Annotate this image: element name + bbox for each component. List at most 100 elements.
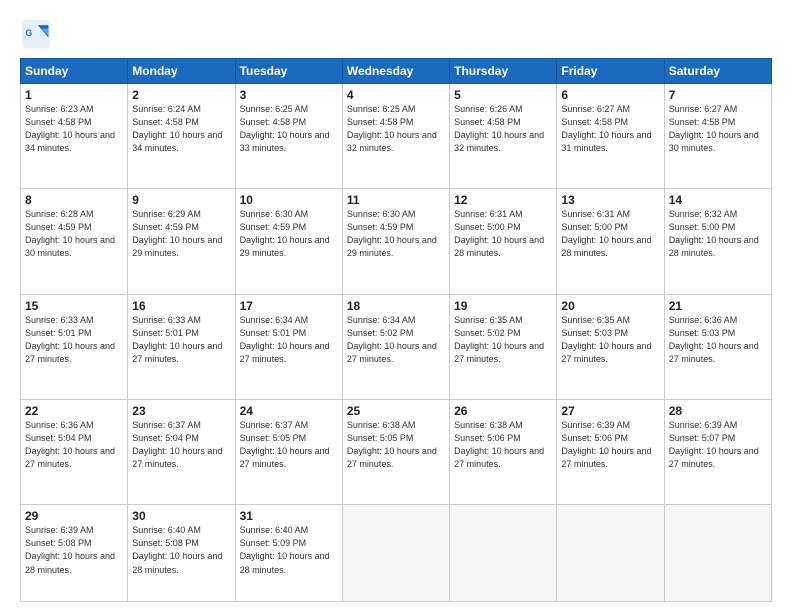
logo: G [20,18,56,50]
day-number: 22 [25,404,123,418]
day-info: Sunrise: 6:39 AMSunset: 5:08 PMDaylight:… [25,524,123,576]
day-cell-22: 22Sunrise: 6:36 AMSunset: 5:04 PMDayligh… [21,400,128,505]
day-info: Sunrise: 6:31 AMSunset: 5:00 PMDaylight:… [454,208,552,260]
day-cell-2: 2Sunrise: 6:24 AMSunset: 4:58 PMDaylight… [128,84,235,189]
day-info: Sunrise: 6:29 AMSunset: 4:59 PMDaylight:… [132,208,230,260]
header: G [20,18,772,50]
day-cell-9: 9Sunrise: 6:29 AMSunset: 4:59 PMDaylight… [128,189,235,294]
day-cell-13: 13Sunrise: 6:31 AMSunset: 5:00 PMDayligh… [557,189,664,294]
day-header-thursday: Thursday [450,59,557,84]
day-info: Sunrise: 6:35 AMSunset: 5:02 PMDaylight:… [454,314,552,366]
day-number: 16 [132,299,230,313]
logo-icon: G [20,18,52,50]
day-cell-31: 31Sunrise: 6:40 AMSunset: 5:09 PMDayligh… [235,505,342,602]
day-info: Sunrise: 6:38 AMSunset: 5:06 PMDaylight:… [454,419,552,471]
day-number: 8 [25,193,123,207]
day-number: 27 [561,404,659,418]
day-number: 12 [454,193,552,207]
day-info: Sunrise: 6:39 AMSunset: 5:07 PMDaylight:… [669,419,767,471]
day-number: 20 [561,299,659,313]
day-info: Sunrise: 6:38 AMSunset: 5:05 PMDaylight:… [347,419,445,471]
day-cell-29: 29Sunrise: 6:39 AMSunset: 5:08 PMDayligh… [21,505,128,602]
day-info: Sunrise: 6:40 AMSunset: 5:09 PMDaylight:… [240,524,338,576]
day-number: 18 [347,299,445,313]
day-info: Sunrise: 6:30 AMSunset: 4:59 PMDaylight:… [347,208,445,260]
day-number: 19 [454,299,552,313]
day-info: Sunrise: 6:27 AMSunset: 4:58 PMDaylight:… [561,103,659,155]
day-header-friday: Friday [557,59,664,84]
day-number: 23 [132,404,230,418]
day-info: Sunrise: 6:39 AMSunset: 5:06 PMDaylight:… [561,419,659,471]
day-number: 7 [669,88,767,102]
week-row-4: 22Sunrise: 6:36 AMSunset: 5:04 PMDayligh… [21,400,772,505]
day-header-tuesday: Tuesday [235,59,342,84]
day-cell-14: 14Sunrise: 6:32 AMSunset: 5:00 PMDayligh… [664,189,771,294]
day-number: 30 [132,509,230,523]
day-cell-24: 24Sunrise: 6:37 AMSunset: 5:05 PMDayligh… [235,400,342,505]
empty-cell [342,505,449,602]
day-cell-23: 23Sunrise: 6:37 AMSunset: 5:04 PMDayligh… [128,400,235,505]
day-header-saturday: Saturday [664,59,771,84]
day-cell-4: 4Sunrise: 6:25 AMSunset: 4:58 PMDaylight… [342,84,449,189]
day-number: 31 [240,509,338,523]
header-row: SundayMondayTuesdayWednesdayThursdayFrid… [21,59,772,84]
day-info: Sunrise: 6:23 AMSunset: 4:58 PMDaylight:… [25,103,123,155]
day-header-monday: Monday [128,59,235,84]
day-cell-28: 28Sunrise: 6:39 AMSunset: 5:07 PMDayligh… [664,400,771,505]
day-number: 17 [240,299,338,313]
day-cell-17: 17Sunrise: 6:34 AMSunset: 5:01 PMDayligh… [235,294,342,399]
day-header-wednesday: Wednesday [342,59,449,84]
day-info: Sunrise: 6:33 AMSunset: 5:01 PMDaylight:… [132,314,230,366]
calendar-table: SundayMondayTuesdayWednesdayThursdayFrid… [20,58,772,602]
day-info: Sunrise: 6:31 AMSunset: 5:00 PMDaylight:… [561,208,659,260]
week-row-5: 29Sunrise: 6:39 AMSunset: 5:08 PMDayligh… [21,505,772,602]
day-info: Sunrise: 6:25 AMSunset: 4:58 PMDaylight:… [347,103,445,155]
day-cell-6: 6Sunrise: 6:27 AMSunset: 4:58 PMDaylight… [557,84,664,189]
day-number: 25 [347,404,445,418]
day-number: 6 [561,88,659,102]
day-number: 24 [240,404,338,418]
week-row-2: 8Sunrise: 6:28 AMSunset: 4:59 PMDaylight… [21,189,772,294]
day-number: 21 [669,299,767,313]
week-row-3: 15 Sunrise: 6:33 AMSunset: 5:01 PMDayligh… [21,294,772,399]
day-cell-18: 18Sunrise: 6:34 AMSunset: 5:02 PMDayligh… [342,294,449,399]
day-cell-7: 7Sunrise: 6:27 AMSunset: 4:58 PMDaylight… [664,84,771,189]
day-cell-19: 19Sunrise: 6:35 AMSunset: 5:02 PMDayligh… [450,294,557,399]
day-info: Sunrise: 6:36 AMSunset: 5:04 PMDaylight:… [25,419,123,471]
day-info: Sunrise: 6:28 AMSunset: 4:59 PMDaylight:… [25,208,123,260]
day-number: 11 [347,193,445,207]
day-cell-30: 30Sunrise: 6:40 AMSunset: 5:08 PMDayligh… [128,505,235,602]
day-number: 15 [25,299,123,313]
page: G SundayMondayTuesdayWednesdayThursdayFr… [0,0,792,612]
day-cell-16: 16Sunrise: 6:33 AMSunset: 5:01 PMDayligh… [128,294,235,399]
day-cell-10: 10Sunrise: 6:30 AMSunset: 4:59 PMDayligh… [235,189,342,294]
day-cell-8: 8Sunrise: 6:28 AMSunset: 4:59 PMDaylight… [21,189,128,294]
day-cell-12: 12Sunrise: 6:31 AMSunset: 5:00 PMDayligh… [450,189,557,294]
day-cell-21: 21Sunrise: 6:36 AMSunset: 5:03 PMDayligh… [664,294,771,399]
day-cell-11: 11Sunrise: 6:30 AMSunset: 4:59 PMDayligh… [342,189,449,294]
day-info: Sunrise: 6:34 AMSunset: 5:02 PMDaylight:… [347,314,445,366]
day-cell-5: 5Sunrise: 6:26 AMSunset: 4:58 PMDaylight… [450,84,557,189]
day-cell-25: 25Sunrise: 6:38 AMSunset: 5:05 PMDayligh… [342,400,449,505]
day-info: Sunrise: 6:37 AMSunset: 5:04 PMDaylight:… [132,419,230,471]
day-number: 28 [669,404,767,418]
day-number: 29 [25,509,123,523]
day-cell-20: 20Sunrise: 6:35 AMSunset: 5:03 PMDayligh… [557,294,664,399]
day-info: Sunrise: 6:35 AMSunset: 5:03 PMDaylight:… [561,314,659,366]
empty-cell [450,505,557,602]
day-info: Sunrise: 6:32 AMSunset: 5:00 PMDaylight:… [669,208,767,260]
day-number: 26 [454,404,552,418]
day-info: Sunrise: 6:26 AMSunset: 4:58 PMDaylight:… [454,103,552,155]
day-info: Sunrise: 6:24 AMSunset: 4:58 PMDaylight:… [132,103,230,155]
day-info: Sunrise: 6:30 AMSunset: 4:59 PMDaylight:… [240,208,338,260]
day-info: Sunrise: 6:37 AMSunset: 5:05 PMDaylight:… [240,419,338,471]
day-info: Sunrise: 6:27 AMSunset: 4:58 PMDaylight:… [669,103,767,155]
day-number: 1 [25,88,123,102]
day-number: 10 [240,193,338,207]
day-number: 13 [561,193,659,207]
week-row-1: 1Sunrise: 6:23 AMSunset: 4:58 PMDaylight… [21,84,772,189]
day-cell-26: 26Sunrise: 6:38 AMSunset: 5:06 PMDayligh… [450,400,557,505]
day-cell-1: 1Sunrise: 6:23 AMSunset: 4:58 PMDaylight… [21,84,128,189]
empty-cell [664,505,771,602]
day-number: 2 [132,88,230,102]
